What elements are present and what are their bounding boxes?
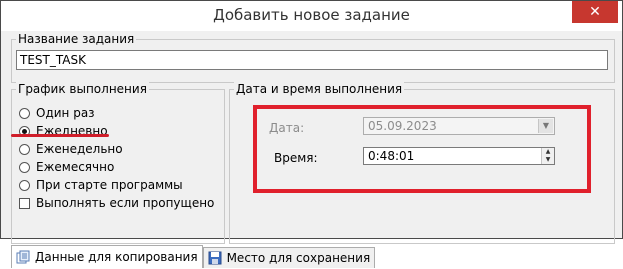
highlight-annotation (253, 105, 591, 193)
tab-label: Данные для копирования (35, 250, 198, 264)
radio-button[interactable] (19, 107, 30, 119)
radio-label: Еженедельно (36, 142, 123, 156)
tab-save-location[interactable]: Место для сохранения (202, 247, 376, 268)
radio-monthly[interactable]: Ежемесячно (19, 159, 114, 175)
tab-label: Место для сохранения (226, 251, 371, 265)
copy-data-icon (16, 250, 30, 264)
run-if-missed-checkbox[interactable] (19, 197, 30, 209)
radio-label: Один раз (36, 106, 95, 120)
task-name-legend: Название задания (16, 32, 137, 46)
radio-button[interactable] (19, 143, 30, 155)
radio-button[interactable] (19, 161, 30, 173)
radio-on-startup[interactable]: При старте программы (19, 177, 183, 193)
title-bar: Добавить новое задание ✕ (1, 1, 622, 31)
dialog-body: Название задания TEST_TASK График выполн… (7, 31, 616, 268)
run-if-missed-checkbox-row[interactable]: Выполнять если пропущено (19, 195, 214, 211)
radio-weekly[interactable]: Еженедельно (19, 141, 123, 157)
tab-copy-data[interactable]: Данные для копирования (11, 245, 203, 268)
add-task-dialog: Добавить новое задание ✕ Название задани… (0, 0, 623, 268)
radio-label: При старте программы (36, 178, 183, 192)
schedule-legend: График выполнения (16, 82, 149, 96)
datetime-legend: Дата и время выполнения (234, 82, 405, 96)
task-name-input[interactable]: TEST_TASK (16, 50, 608, 70)
save-location-icon (208, 251, 222, 265)
tab-strip: Данные для копирования Место для сохране… (11, 245, 376, 269)
task-name-group: Название задания TEST_TASK (11, 32, 615, 83)
checkbox-label: Выполнять если пропущено (36, 196, 215, 210)
close-button[interactable]: ✕ (572, 1, 618, 23)
window-title: Добавить новое задание (213, 6, 410, 24)
schedule-group: График выполнения Один раз Ежедневно Еже… (11, 82, 225, 244)
underline-annotation (11, 134, 109, 137)
radio-once[interactable]: Один раз (19, 105, 95, 121)
radio-button[interactable] (19, 179, 30, 191)
radio-label: Ежемесячно (36, 160, 115, 174)
